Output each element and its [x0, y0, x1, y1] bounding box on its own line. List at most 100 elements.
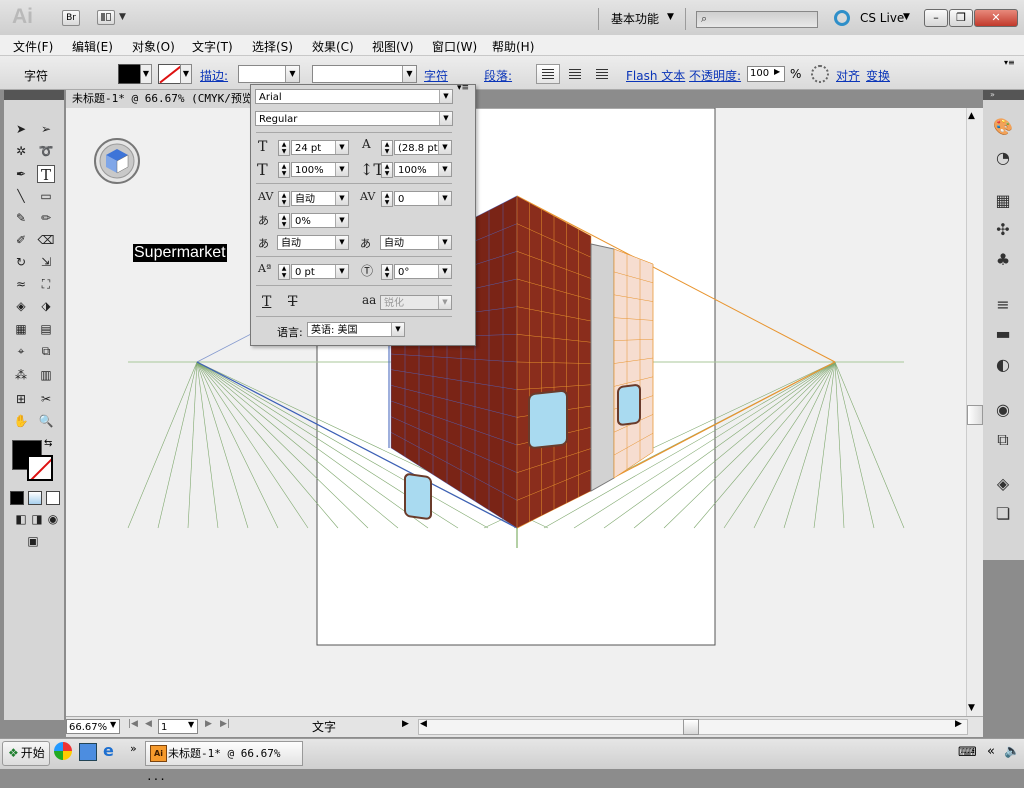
- arrange-documents-icon[interactable]: [97, 10, 115, 25]
- baseline-shift-stepper[interactable]: ▲ ▼: [278, 264, 290, 280]
- menu-window[interactable]: 窗口(W): [432, 38, 477, 55]
- last-artboard-icon[interactable]: ▶|: [220, 719, 230, 729]
- font-size-field[interactable]: 24 pt ▼: [291, 140, 349, 155]
- scroll-left-icon[interactable]: ◀: [420, 719, 427, 729]
- character-rotation-field[interactable]: 0° ▼: [394, 264, 452, 279]
- horizontal-scale-stepper[interactable]: ▲ ▼: [278, 162, 290, 178]
- scroll-up-icon[interactable]: ▲: [968, 111, 975, 121]
- chevron-down-icon[interactable]: ▼: [438, 296, 451, 309]
- chevron-down-icon[interactable]: ▼: [285, 66, 299, 82]
- character-link[interactable]: 字符: [424, 67, 448, 84]
- tsume-stepper[interactable]: ▲ ▼: [278, 213, 290, 229]
- rotate-tool-icon[interactable]: ↻: [12, 253, 30, 271]
- font-size-stepper[interactable]: ▲ ▼: [278, 140, 290, 156]
- stroke-box[interactable]: [27, 455, 53, 481]
- menu-type[interactable]: 文字(T): [192, 38, 233, 55]
- tracking-field[interactable]: 0 ▼: [394, 191, 452, 206]
- brushes-icon[interactable]: ✣: [990, 218, 1016, 242]
- hand-tool-icon[interactable]: ✋: [12, 412, 30, 430]
- artboards-icon[interactable]: ❏: [990, 502, 1016, 526]
- chrome-icon[interactable]: [54, 742, 72, 760]
- chevron-down-icon[interactable]: ▼: [438, 141, 451, 154]
- stroke-panel-icon[interactable]: ≡: [990, 293, 1016, 317]
- type-tool-icon[interactable]: T: [37, 165, 55, 184]
- align-left-button[interactable]: [536, 64, 560, 84]
- chevron-down-icon[interactable]: ▼: [180, 64, 192, 84]
- tsume-field[interactable]: 0% ▼: [291, 213, 349, 228]
- menu-effect[interactable]: 效果(C): [312, 38, 354, 55]
- color-guide-icon[interactable]: ◔: [990, 146, 1016, 170]
- eraser-tool-icon[interactable]: ⌫: [37, 231, 55, 249]
- workspace-switcher[interactable]: 基本功能: [611, 10, 659, 27]
- language-select[interactable]: 英语: 美国 ▼: [307, 322, 405, 337]
- bridge-button[interactable]: Br: [62, 10, 80, 26]
- chevron-down-icon[interactable]: ▼: [438, 163, 451, 176]
- pen-tool-icon[interactable]: ✒: [12, 165, 30, 183]
- opacity-link[interactable]: 不透明度:: [689, 67, 741, 84]
- scale-tool-icon[interactable]: ⇲: [37, 253, 55, 271]
- font-style-select[interactable]: Regular ▼: [255, 111, 453, 126]
- minimize-button[interactable]: –: [924, 9, 948, 27]
- selection-tool-icon[interactable]: ➤: [12, 120, 30, 138]
- fill-color-swatch[interactable]: [118, 64, 142, 84]
- screen-mode-icon[interactable]: ▣: [24, 532, 42, 550]
- first-artboard-icon[interactable]: |◀: [128, 719, 138, 729]
- scroll-down-icon[interactable]: ▼: [968, 703, 975, 713]
- free-transform-tool-icon[interactable]: ⛶: [37, 275, 55, 293]
- menu-file[interactable]: 文件(F): [13, 38, 53, 55]
- leading-stepper[interactable]: ▲ ▼: [381, 140, 393, 156]
- insert-space-right-select[interactable]: 自动 ▼: [380, 235, 452, 250]
- chevron-down-icon[interactable]: ▼: [903, 12, 910, 22]
- start-button[interactable]: ❖ 开始: [2, 741, 50, 766]
- strikethrough-button[interactable]: T: [288, 294, 297, 310]
- draw-inside-icon[interactable]: ◉: [44, 510, 62, 528]
- vertical-scale-field[interactable]: 100% ▼: [394, 162, 452, 177]
- panel-menu-icon[interactable]: ▾≡: [1004, 58, 1015, 67]
- kerning-stepper[interactable]: ▲ ▼: [278, 191, 290, 207]
- insert-space-left-select[interactable]: 自动 ▼: [277, 235, 349, 250]
- rectangle-tool-icon[interactable]: ▭: [37, 187, 55, 205]
- cs-live-button[interactable]: CS Live: [860, 11, 904, 25]
- menu-edit[interactable]: 编辑(E): [72, 38, 113, 55]
- menu-select[interactable]: 选择(S): [252, 38, 293, 55]
- perspective-grid-tool-icon[interactable]: ⬗: [37, 297, 55, 315]
- chevron-down-icon[interactable]: ▼: [402, 66, 416, 82]
- expand-dock-icon[interactable]: »: [990, 90, 995, 99]
- chevron-down-icon[interactable]: ▼: [391, 323, 404, 336]
- volume-icon[interactable]: 🔈: [1004, 744, 1020, 759]
- show-hidden-icons-icon[interactable]: «: [987, 744, 995, 759]
- none-mode-icon[interactable]: [46, 491, 60, 505]
- symbols-icon[interactable]: ♣: [990, 248, 1016, 272]
- chevron-down-icon[interactable]: ▼: [335, 163, 348, 176]
- quick-launch-icon[interactable]: [79, 743, 97, 761]
- font-family-select[interactable]: Arial ▼: [255, 89, 453, 104]
- recolor-icon[interactable]: [811, 65, 829, 83]
- chevron-down-icon[interactable]: ▼: [335, 236, 348, 249]
- restore-button[interactable]: ❐: [949, 9, 973, 27]
- mesh-tool-icon[interactable]: ▦: [12, 320, 30, 338]
- artboard-tool-icon[interactable]: ⊞: [12, 390, 30, 408]
- next-artboard-icon[interactable]: ▶: [205, 719, 212, 729]
- chevron-down-icon[interactable]: ▼: [335, 214, 348, 227]
- style-field[interactable]: ▼: [312, 65, 417, 83]
- graphic-styles-icon[interactable]: ⧉: [990, 428, 1016, 452]
- paintbrush-tool-icon[interactable]: ✎: [12, 209, 30, 227]
- horizontal-scale-field[interactable]: 100% ▼: [291, 162, 349, 177]
- align-right-button[interactable]: [590, 64, 614, 84]
- previous-artboard-icon[interactable]: ◀: [145, 719, 152, 729]
- gradient-mode-icon[interactable]: [28, 491, 42, 505]
- status-text[interactable]: 文字: [312, 718, 336, 735]
- status-menu-icon[interactable]: ▶: [402, 719, 409, 729]
- appearance-icon[interactable]: ◉: [990, 398, 1016, 422]
- supermarket-text[interactable]: Supermarket: [133, 244, 227, 262]
- magic-wand-tool-icon[interactable]: ✲: [12, 142, 30, 160]
- canvas[interactable]: Supermarket: [66, 108, 966, 716]
- chevron-down-icon[interactable]: ▼: [438, 265, 451, 278]
- warp-tool-icon[interactable]: ≈: [12, 275, 30, 293]
- align-link[interactable]: 对齐: [836, 67, 860, 84]
- chevron-down-icon[interactable]: ▼: [439, 90, 452, 103]
- blend-tool-icon[interactable]: ⧉: [37, 342, 55, 360]
- tools-panel-header[interactable]: [4, 90, 64, 100]
- swatches-icon[interactable]: ▦: [990, 189, 1016, 213]
- tracking-stepper[interactable]: ▲ ▼: [381, 191, 393, 207]
